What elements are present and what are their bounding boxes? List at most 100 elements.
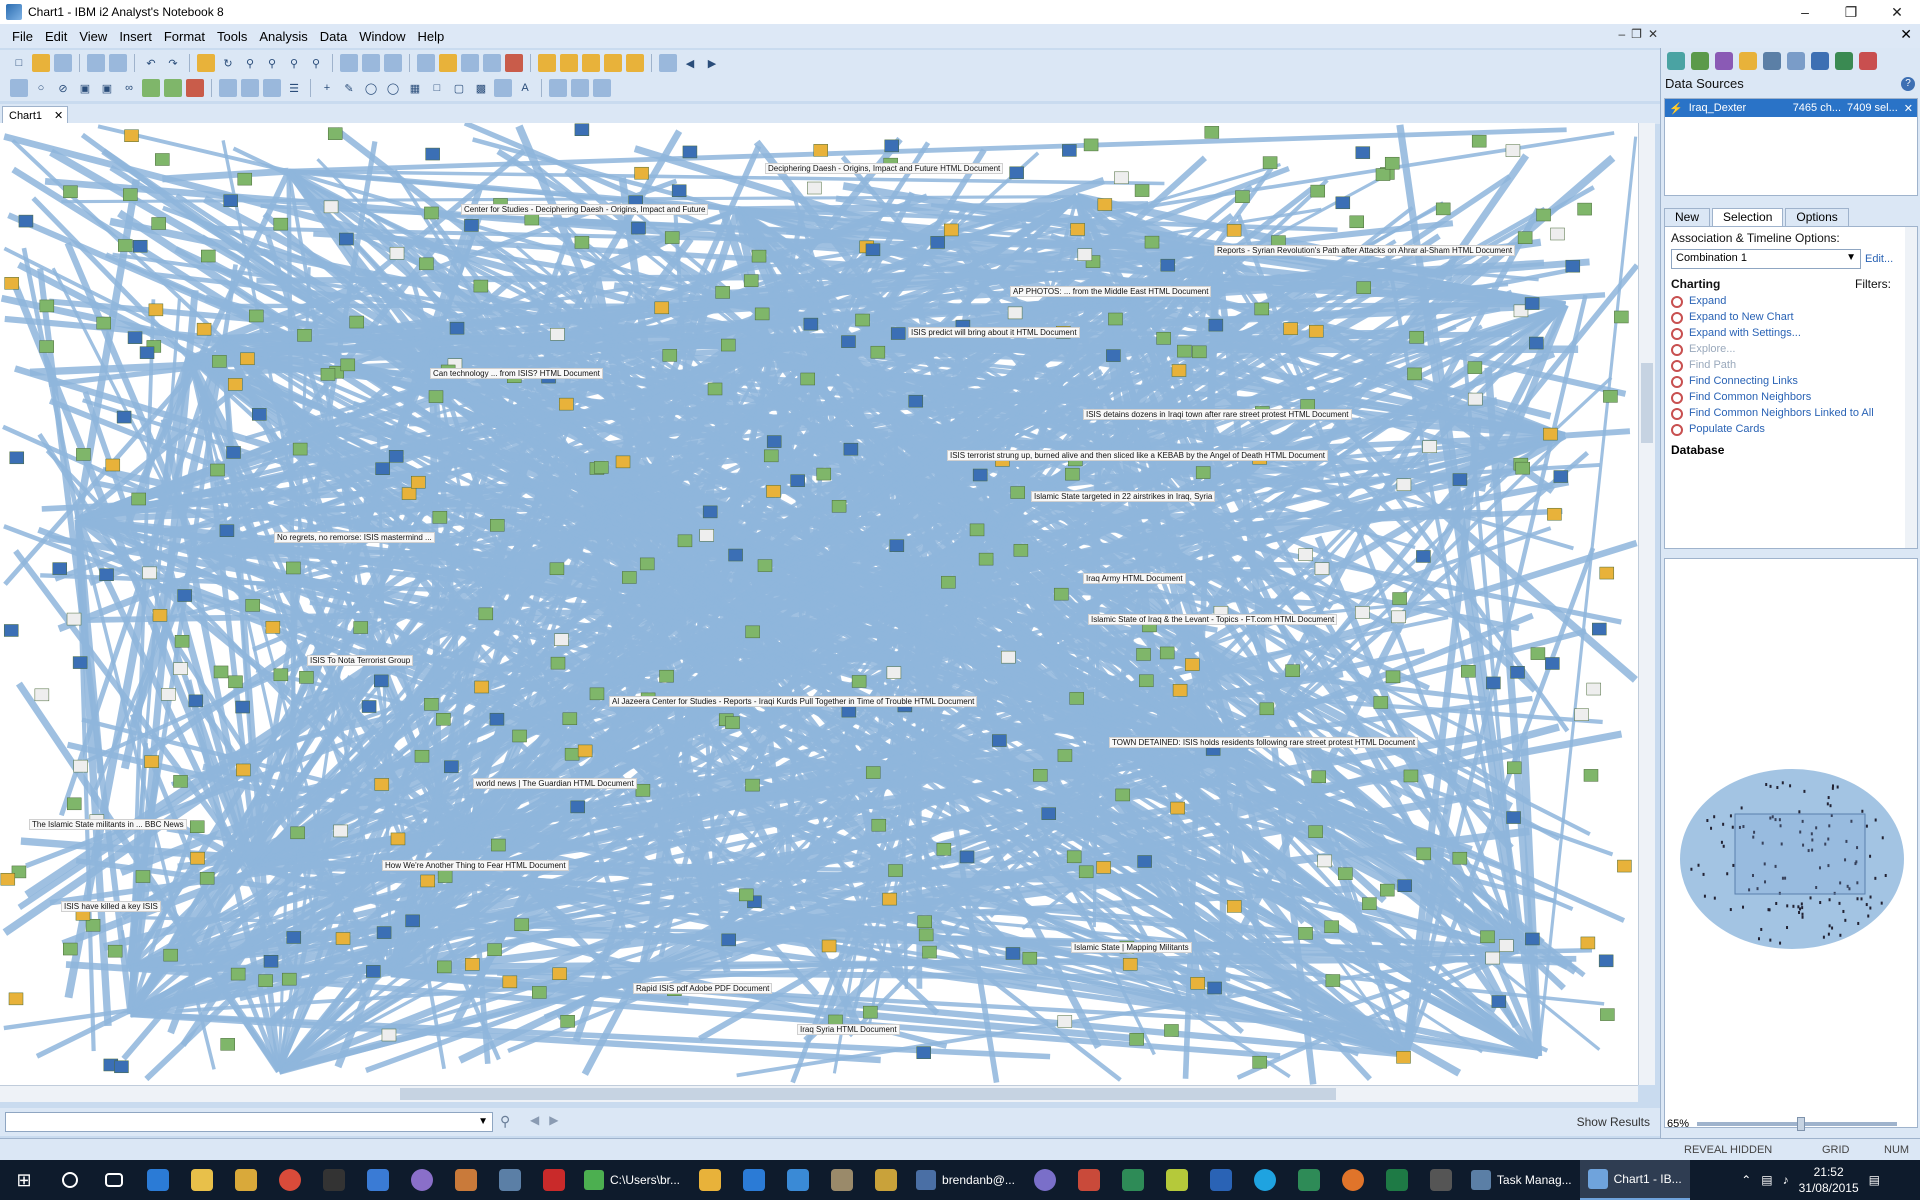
- document-node-label[interactable]: Center for Studies - Deciphering Daesh -…: [461, 204, 709, 215]
- entity-icon[interactable]: [1190, 977, 1205, 990]
- document-node-label[interactable]: Iraq Army HTML Document: [1083, 573, 1186, 584]
- ellipse-outline-icon[interactable]: ◯: [384, 79, 402, 97]
- app-icon[interactable]: [400, 1160, 444, 1200]
- app-icon[interactable]: [864, 1160, 908, 1200]
- entity-icon[interactable]: [1062, 144, 1077, 157]
- ellipse-icon[interactable]: ◯: [362, 79, 380, 97]
- entity-icon[interactable]: [135, 870, 151, 883]
- box-icon[interactable]: ▣: [76, 79, 94, 97]
- entity-icon[interactable]: [1259, 702, 1275, 716]
- flow-icon[interactable]: [164, 79, 182, 97]
- chrome-icon[interactable]: [268, 1160, 312, 1200]
- entity-icon[interactable]: [414, 749, 430, 763]
- entity-icon[interactable]: [96, 316, 111, 330]
- entity-icon[interactable]: [1314, 562, 1330, 575]
- entity-icon[interactable]: [1164, 1024, 1179, 1037]
- open-icon[interactable]: [32, 54, 50, 72]
- entity-icon[interactable]: [177, 589, 192, 602]
- app-icon[interactable]: [356, 1160, 400, 1200]
- entity-icon[interactable]: [871, 818, 887, 832]
- entity-icon[interactable]: [1308, 825, 1323, 838]
- entity-icon[interactable]: [1380, 883, 1395, 897]
- entity-icon[interactable]: [374, 778, 390, 791]
- entity-icon[interactable]: [425, 147, 440, 161]
- entity-icon[interactable]: [1397, 879, 1412, 892]
- entity-icon[interactable]: [349, 315, 364, 329]
- snap-icon[interactable]: [483, 54, 501, 72]
- document-node-label[interactable]: Can technology ... from ISIS? HTML Docum…: [430, 368, 603, 379]
- entity-icon[interactable]: [223, 194, 238, 207]
- zoom-knob[interactable]: [1797, 1117, 1806, 1131]
- group-icon[interactable]: [549, 79, 567, 97]
- entity-icon[interactable]: [132, 239, 148, 253]
- entity-icon[interactable]: [831, 500, 847, 513]
- document-node-label[interactable]: TOWN DETAINED: ISIS holds residents foll…: [1109, 737, 1419, 748]
- entity-icon[interactable]: [549, 562, 565, 576]
- entity-icon[interactable]: [1373, 696, 1389, 709]
- entity-icon[interactable]: [1452, 851, 1468, 865]
- task-view-icon[interactable]: [92, 1160, 136, 1200]
- entity-icon[interactable]: [560, 1015, 575, 1028]
- entity-icon[interactable]: [1515, 461, 1530, 475]
- entity-icon[interactable]: [1499, 939, 1514, 952]
- entity-icon[interactable]: [139, 346, 155, 359]
- entity-icon[interactable]: [258, 974, 273, 987]
- entity-icon[interactable]: [213, 665, 229, 679]
- entity-icon[interactable]: [1262, 156, 1278, 169]
- entity-icon[interactable]: [196, 322, 212, 336]
- entity-icon[interactable]: [1285, 664, 1300, 677]
- chevron-down-icon[interactable]: ▼: [1846, 252, 1856, 263]
- search-icon[interactable]: ⚲: [500, 1113, 510, 1130]
- entity-icon[interactable]: [73, 759, 88, 773]
- add-icon[interactable]: +: [318, 79, 336, 97]
- entity-icon[interactable]: [424, 206, 439, 220]
- frame-icon[interactable]: ▩: [472, 79, 490, 97]
- cover-sheet-icon[interactable]: [505, 54, 523, 72]
- scroll-thumb[interactable]: [400, 1088, 1336, 1100]
- entity-icon[interactable]: [813, 144, 829, 157]
- vertical-scrollbar[interactable]: [1638, 123, 1655, 1085]
- entity-icon[interactable]: [930, 236, 945, 249]
- entity-icon[interactable]: [39, 340, 54, 353]
- entity-icon[interactable]: [715, 286, 730, 299]
- entity-icon[interactable]: [173, 662, 188, 675]
- entity-icon[interactable]: [114, 1060, 129, 1074]
- entity-icon[interactable]: [1139, 674, 1154, 688]
- entity-icon[interactable]: [1066, 850, 1082, 864]
- entity-icon[interactable]: [1171, 364, 1187, 377]
- entity-icon[interactable]: [1077, 248, 1093, 261]
- chart-properties-icon[interactable]: [417, 54, 435, 72]
- entity-icon[interactable]: [574, 236, 590, 249]
- entity-icon[interactable]: [1391, 610, 1406, 624]
- entity-icon[interactable]: [420, 874, 435, 888]
- entity-icon[interactable]: [682, 145, 698, 159]
- entity-icon[interactable]: [1325, 974, 1341, 987]
- entity-icon[interactable]: [886, 666, 902, 679]
- entity-icon[interactable]: [353, 621, 368, 634]
- document-node-label[interactable]: world news | The Guardian HTML Document: [473, 778, 637, 789]
- minimize-button[interactable]: –: [1782, 0, 1828, 24]
- app-icon[interactable]: [1287, 1160, 1331, 1200]
- entity-icon[interactable]: [148, 303, 164, 317]
- entity-icon[interactable]: [388, 450, 404, 463]
- entity-icon[interactable]: [1001, 650, 1016, 664]
- entity-icon[interactable]: [1486, 676, 1501, 690]
- entity-icon[interactable]: [1010, 486, 1025, 499]
- entity-icon[interactable]: [1032, 769, 1048, 782]
- document-node-label[interactable]: How We're Another Thing to Fear HTML Doc…: [382, 860, 569, 871]
- entity-icon[interactable]: [559, 397, 574, 411]
- entity-icon[interactable]: [1461, 665, 1476, 678]
- entity-icon[interactable]: [1324, 920, 1339, 934]
- document-node-label[interactable]: Islamic State | Mapping Militants: [1071, 942, 1192, 953]
- entity-icon[interactable]: [1384, 156, 1400, 170]
- app-icon[interactable]: [1155, 1160, 1199, 1200]
- tab-selection[interactable]: Selection: [1712, 208, 1784, 226]
- link-analysis-icon[interactable]: [1715, 52, 1733, 70]
- table-icon[interactable]: ▦: [406, 79, 424, 97]
- zoom-in-icon[interactable]: ⚲: [241, 54, 259, 72]
- action-expand-to-new-chart[interactable]: Expand to New Chart: [1671, 311, 1911, 324]
- entity-icon[interactable]: [1310, 184, 1326, 198]
- entity-icon[interactable]: [107, 944, 123, 958]
- icon-tool[interactable]: [10, 79, 28, 97]
- entity-icon[interactable]: [333, 824, 348, 838]
